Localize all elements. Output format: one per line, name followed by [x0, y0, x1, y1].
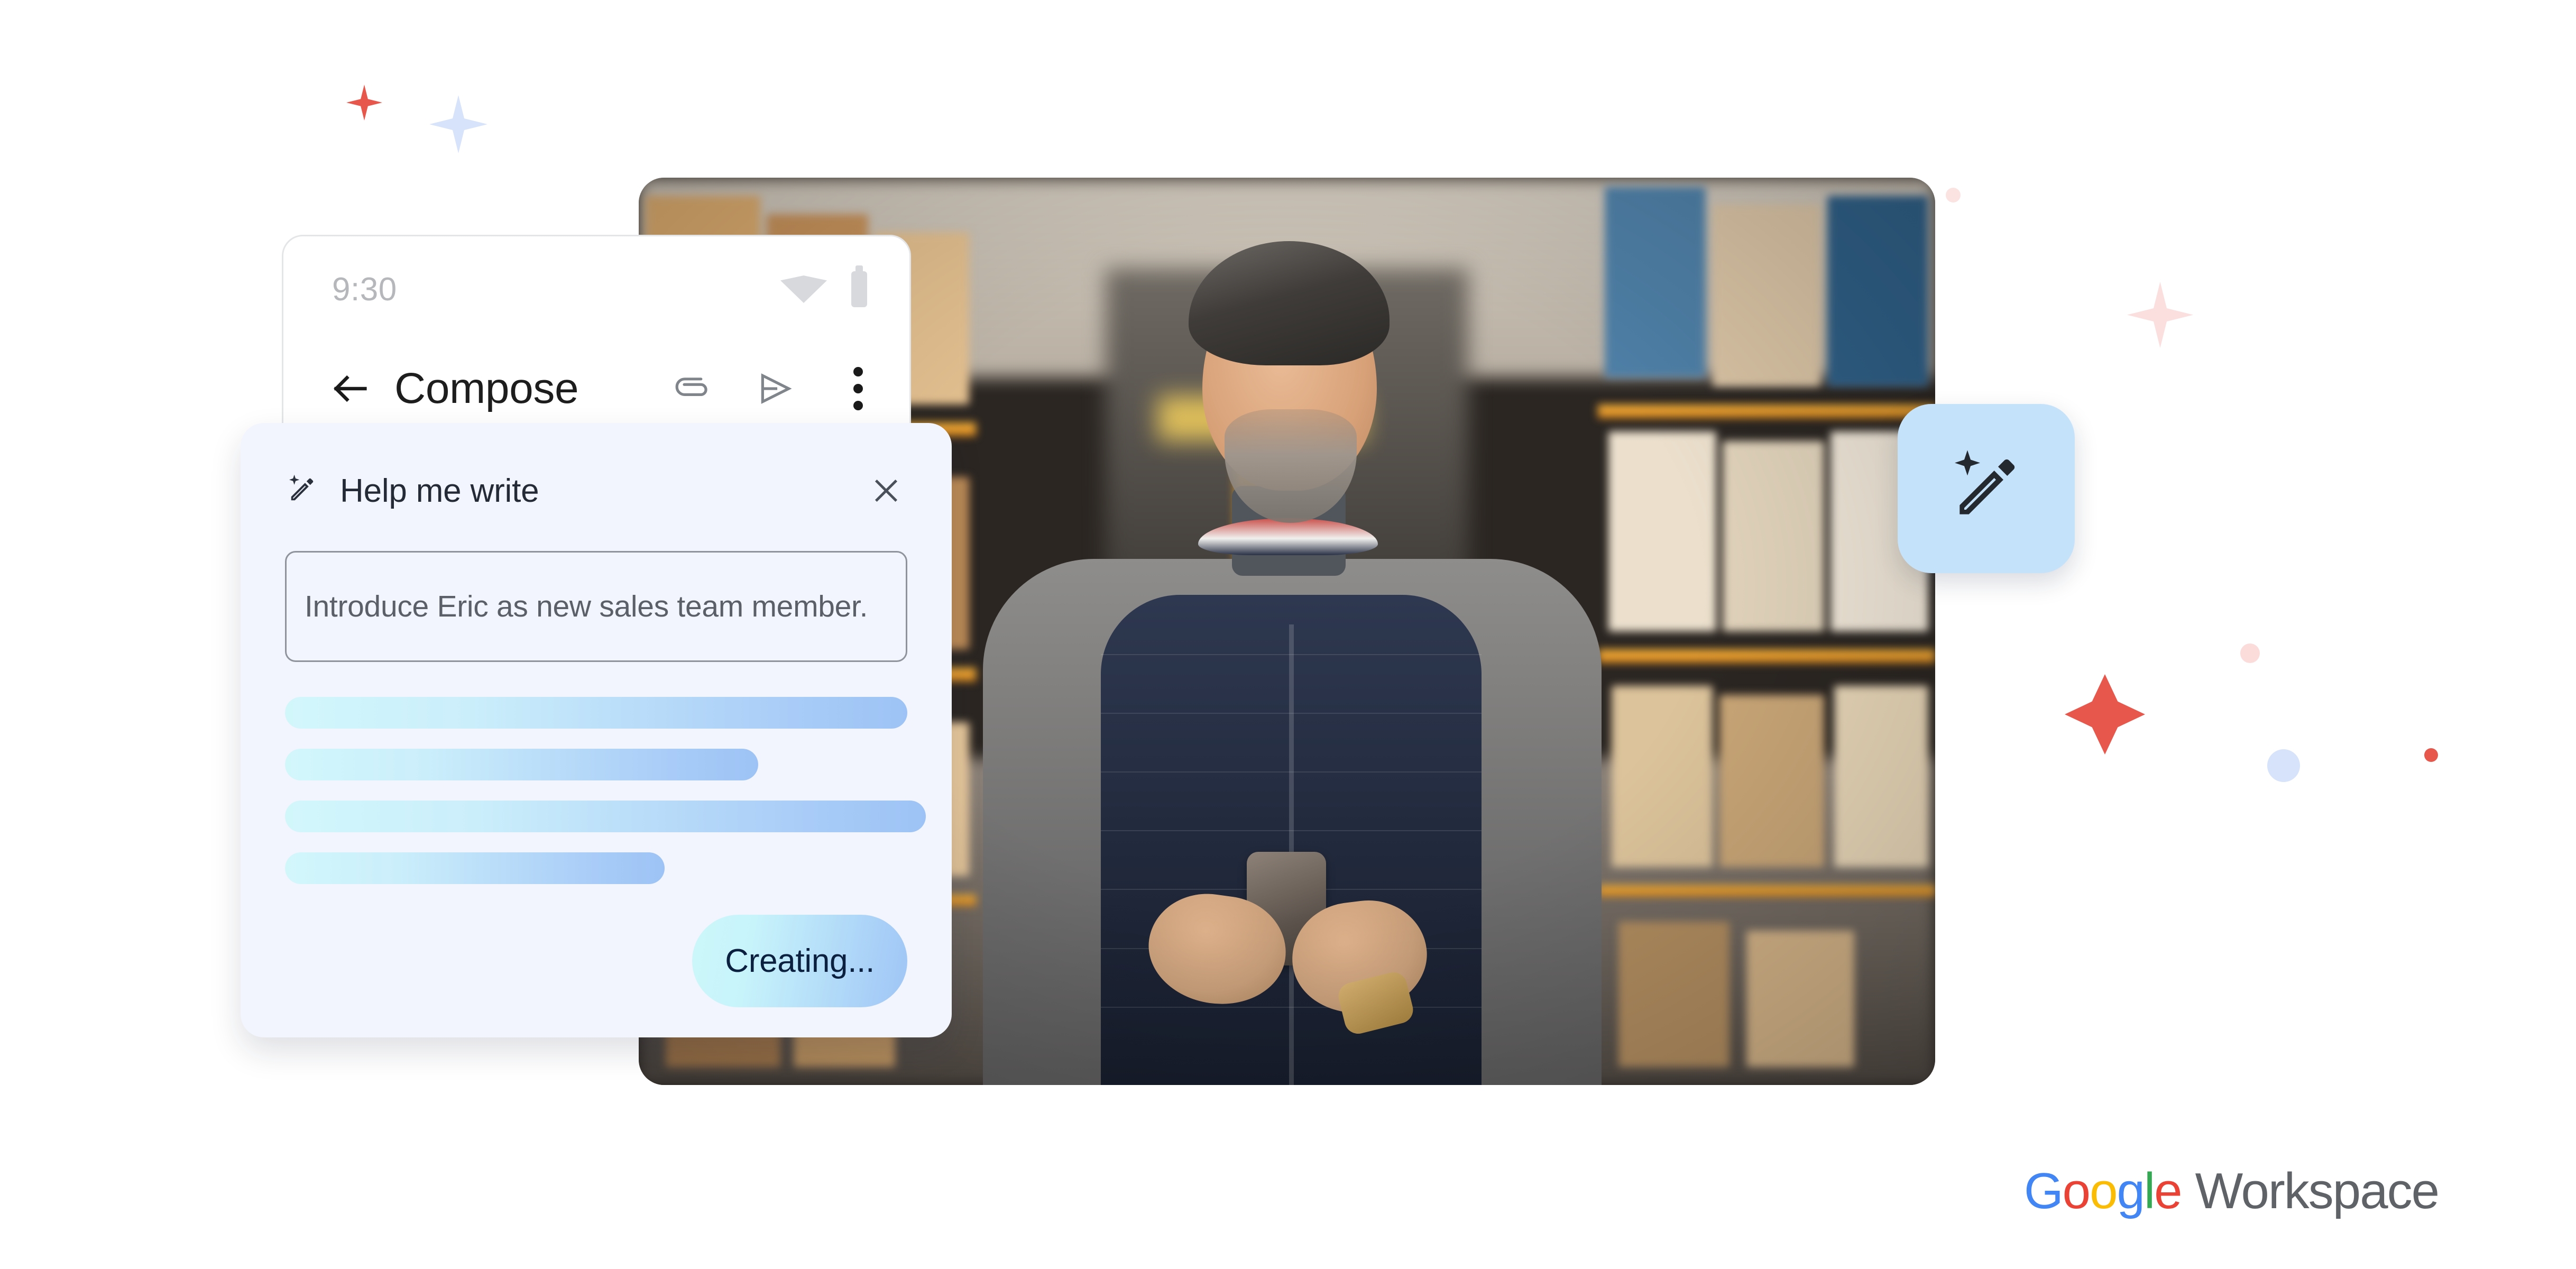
diamond-red-large: [2065, 674, 2145, 755]
send-icon[interactable]: [756, 369, 795, 408]
prompt-input[interactable]: Introduce Eric as new sales team member.: [285, 551, 907, 662]
skeleton-line: [285, 801, 926, 832]
magic-write-badge[interactable]: [1898, 404, 2075, 573]
star-red-small: [346, 85, 382, 121]
attach-icon[interactable]: [674, 369, 713, 408]
status-time: 9:30: [332, 271, 397, 308]
star-pink-pale: [2127, 282, 2193, 348]
skeleton-line: [285, 697, 907, 729]
skeleton-line: [285, 749, 758, 780]
dot-pink-small: [2240, 643, 2260, 663]
help-me-write-title: Help me write: [340, 472, 539, 509]
dot-blue-medium: [2267, 749, 2300, 782]
phone-status-bar: 9:30: [283, 236, 909, 342]
help-me-write-header: Help me write: [285, 465, 907, 516]
google-workspace-logo: G o o g l e Workspace: [2024, 1162, 2440, 1220]
star-blue-light: [429, 95, 487, 153]
battery-icon: [851, 265, 867, 307]
close-icon[interactable]: [865, 470, 907, 512]
skeleton-line: [285, 852, 665, 884]
logo-letter-o2: o: [2090, 1163, 2118, 1219]
dot-pink-tiny: [1946, 188, 1961, 203]
logo-letter-g2: g: [2117, 1163, 2145, 1219]
prompt-input-value: Introduce Eric as new sales team member.: [305, 590, 868, 623]
logo-product-name: Workspace: [2195, 1163, 2440, 1219]
magic-pencil-icon: [1944, 445, 2029, 532]
dot-red-tiny: [2424, 748, 2438, 762]
page-title: Compose: [394, 364, 579, 412]
creating-button[interactable]: Creating...: [692, 915, 907, 1007]
generation-skeleton: [285, 697, 926, 884]
magic-pencil-icon: [285, 473, 319, 509]
logo-letter-l: l: [2143, 1163, 2155, 1219]
back-arrow-icon[interactable]: [329, 367, 372, 410]
more-options-icon[interactable]: [839, 366, 878, 410]
wifi-icon: [780, 275, 827, 303]
help-me-write-panel: Help me write Introduce Eric as new sale…: [241, 423, 952, 1037]
compose-app-bar: Compose: [283, 342, 909, 435]
logo-letter-g1: G: [2024, 1163, 2064, 1219]
logo-letter-o1: o: [2062, 1163, 2091, 1219]
logo-letter-e: e: [2154, 1163, 2182, 1219]
